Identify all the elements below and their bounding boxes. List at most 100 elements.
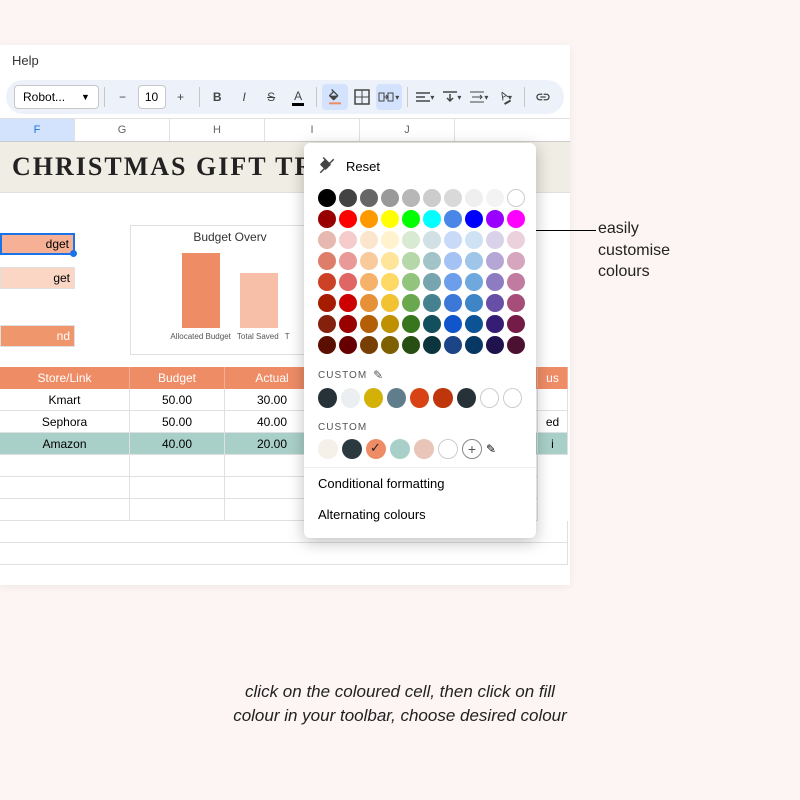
custom-swatch[interactable] <box>438 439 458 459</box>
color-swatch[interactable] <box>465 315 483 333</box>
color-swatch[interactable] <box>318 252 336 270</box>
color-swatch[interactable] <box>507 336 525 354</box>
color-swatch[interactable] <box>465 189 483 207</box>
color-swatch[interactable] <box>402 231 420 249</box>
color-swatch[interactable] <box>444 294 462 312</box>
color-swatch[interactable] <box>423 336 441 354</box>
color-swatch[interactable] <box>360 315 378 333</box>
color-swatch[interactable] <box>381 231 399 249</box>
custom-swatch[interactable] <box>480 388 499 408</box>
wrap-button[interactable]: ▾ <box>466 84 492 110</box>
color-swatch[interactable] <box>339 315 357 333</box>
color-swatch[interactable] <box>423 189 441 207</box>
custom-swatch[interactable] <box>364 388 383 408</box>
color-swatch[interactable] <box>318 210 336 228</box>
color-swatch[interactable] <box>507 210 525 228</box>
rotate-button[interactable]: A▾ <box>493 84 519 110</box>
color-swatch[interactable] <box>465 336 483 354</box>
color-swatch[interactable] <box>465 252 483 270</box>
color-swatch[interactable] <box>381 210 399 228</box>
custom-swatch[interactable] <box>341 388 360 408</box>
custom-swatch[interactable] <box>318 439 338 459</box>
color-swatch[interactable] <box>360 252 378 270</box>
color-swatch[interactable] <box>465 294 483 312</box>
color-swatch[interactable] <box>423 294 441 312</box>
color-swatch[interactable] <box>465 231 483 249</box>
color-swatch[interactable] <box>444 210 462 228</box>
valign-button[interactable]: ▾ <box>439 84 465 110</box>
color-swatch[interactable] <box>507 231 525 249</box>
custom-swatch[interactable] <box>318 388 337 408</box>
color-swatch[interactable] <box>360 294 378 312</box>
color-swatch[interactable] <box>318 273 336 291</box>
color-swatch[interactable] <box>360 231 378 249</box>
color-swatch[interactable] <box>423 315 441 333</box>
color-swatch[interactable] <box>339 231 357 249</box>
selected-cell[interactable]: dget <box>0 233 75 255</box>
color-swatch[interactable] <box>402 315 420 333</box>
color-swatch[interactable] <box>507 294 525 312</box>
borders-button[interactable] <box>349 84 375 110</box>
color-swatch[interactable] <box>465 210 483 228</box>
color-swatch[interactable] <box>402 294 420 312</box>
color-swatch[interactable] <box>402 252 420 270</box>
eyedropper-icon[interactable]: ✎ <box>373 368 384 382</box>
color-swatch[interactable] <box>444 252 462 270</box>
color-swatch[interactable] <box>318 336 336 354</box>
color-swatch[interactable] <box>339 273 357 291</box>
color-swatch[interactable] <box>444 231 462 249</box>
font-selector[interactable]: Robot...▼ <box>14 85 99 109</box>
color-swatch[interactable] <box>381 189 399 207</box>
color-swatch[interactable] <box>444 336 462 354</box>
merge-button[interactable]: ▾ <box>376 84 402 110</box>
color-swatch[interactable] <box>381 315 399 333</box>
alternating-colours[interactable]: Alternating colours <box>304 499 536 530</box>
color-swatch[interactable] <box>507 252 525 270</box>
color-swatch[interactable] <box>360 189 378 207</box>
custom-swatch[interactable] <box>390 439 410 459</box>
font-size-value[interactable]: 10 <box>138 85 166 109</box>
link-button[interactable] <box>530 84 556 110</box>
color-swatch[interactable] <box>507 315 525 333</box>
add-color-button[interactable]: + <box>462 439 482 459</box>
color-swatch[interactable] <box>486 252 504 270</box>
eyedropper-icon[interactable]: ✎ <box>486 442 496 456</box>
color-swatch[interactable] <box>381 294 399 312</box>
col-f[interactable]: F <box>0 119 75 141</box>
color-swatch[interactable] <box>360 273 378 291</box>
color-swatch[interactable] <box>444 273 462 291</box>
menu-help[interactable]: Help <box>0 45 570 76</box>
color-swatch[interactable] <box>402 273 420 291</box>
color-swatch[interactable] <box>507 273 525 291</box>
table-row[interactable] <box>0 543 568 565</box>
color-swatch[interactable] <box>318 315 336 333</box>
color-swatch[interactable] <box>381 273 399 291</box>
conditional-formatting[interactable]: Conditional formatting <box>304 467 536 499</box>
bold-button[interactable]: B <box>204 84 230 110</box>
custom-swatch[interactable] <box>503 388 522 408</box>
cell-nd[interactable]: nd <box>0 325 75 347</box>
col-i[interactable]: I <box>265 119 360 141</box>
reset-color[interactable]: Reset <box>304 151 536 181</box>
text-color-button[interactable]: A <box>285 84 311 110</box>
color-swatch[interactable] <box>318 231 336 249</box>
custom-swatch[interactable] <box>414 439 434 459</box>
color-swatch[interactable] <box>465 273 483 291</box>
color-swatch[interactable] <box>360 210 378 228</box>
color-swatch[interactable] <box>486 273 504 291</box>
fill-color-button[interactable] <box>322 84 348 110</box>
decrease-size[interactable]: − <box>110 84 136 110</box>
color-swatch[interactable] <box>486 294 504 312</box>
color-swatch[interactable] <box>318 189 336 207</box>
color-swatch[interactable] <box>486 336 504 354</box>
custom-swatch[interactable] <box>457 388 476 408</box>
custom-swatch[interactable] <box>433 388 452 408</box>
color-swatch[interactable] <box>486 189 504 207</box>
color-swatch[interactable] <box>381 336 399 354</box>
color-swatch[interactable] <box>402 210 420 228</box>
color-swatch[interactable] <box>444 189 462 207</box>
color-swatch[interactable] <box>423 252 441 270</box>
color-swatch[interactable] <box>402 336 420 354</box>
col-h[interactable]: H <box>170 119 265 141</box>
color-swatch[interactable] <box>339 252 357 270</box>
